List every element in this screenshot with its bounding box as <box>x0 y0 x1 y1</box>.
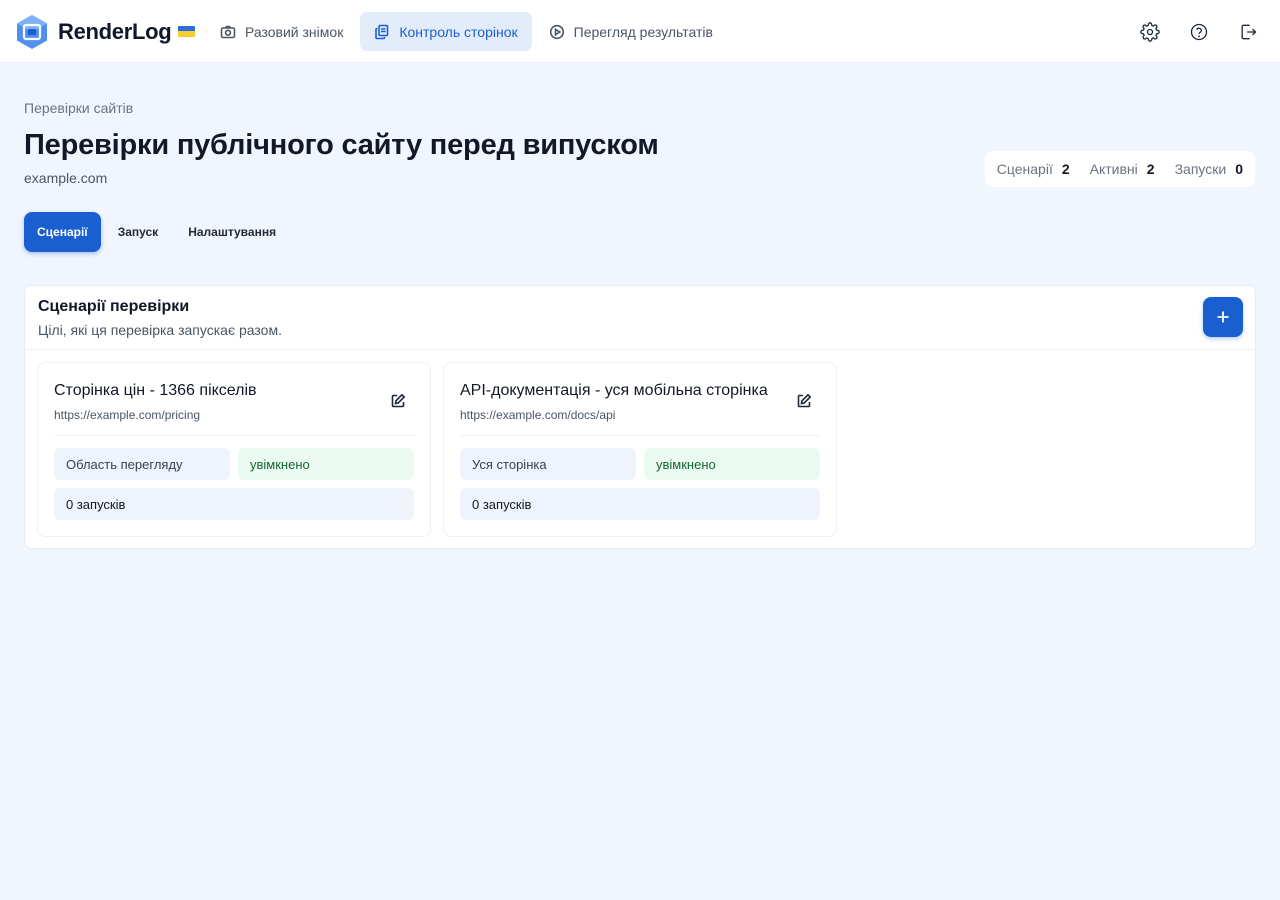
plus-icon <box>1217 311 1229 323</box>
stat-value: 2 <box>1061 161 1070 177</box>
nav-label: Перегляд результатів <box>573 23 713 40</box>
logo-icon <box>17 15 47 49</box>
scenarios-panel: Сценарії перевірки Цілі, які ця перевірк… <box>24 285 1256 549</box>
card-divider <box>54 435 414 436</box>
nav-label: Контроль сторінок <box>399 23 518 40</box>
panel-subtitle: Цілі, які ця перевірка запускає разом. <box>38 322 282 338</box>
add-scenario-button[interactable] <box>1203 297 1243 337</box>
runs-count: 0 запусків <box>460 488 820 520</box>
settings-button[interactable] <box>1134 16 1166 48</box>
top-bar: RenderLog Разовий знімок Контроль сторін… <box>0 0 1280 63</box>
nav-view-results[interactable]: Перегляд результатів <box>535 12 727 51</box>
scenario-title: Сторінка цін - 1366 пікселів <box>54 382 257 399</box>
capture-mode-badge: Уся сторінка <box>460 448 636 480</box>
camera-icon <box>220 25 236 38</box>
status-badge: увімкнено <box>238 448 414 480</box>
main-nav: Разовий знімок Контроль сторінок Перегля… <box>206 12 730 51</box>
stat-label: Запуски <box>1174 161 1227 177</box>
scenario-card[interactable]: Сторінка цін - 1366 пікселів https://exa… <box>37 362 431 537</box>
edit-icon <box>391 393 406 408</box>
capture-mode-badge: Область перегляду <box>54 448 230 480</box>
tab-scenarios[interactable]: Сценарії <box>24 212 101 252</box>
gear-icon <box>1140 22 1160 42</box>
ukraine-flag-icon <box>178 25 196 37</box>
nav-page-monitoring[interactable]: Контроль сторінок <box>360 12 532 51</box>
app-name: RenderLog <box>58 19 172 44</box>
stat-value: 0 <box>1235 161 1243 177</box>
logout-icon <box>1241 24 1257 40</box>
breadcrumb[interactable]: Перевірки сайтів <box>24 100 133 116</box>
app-logo[interactable]: RenderLog <box>16 14 196 50</box>
section-tabs: Сценарії Запуск Налаштування <box>24 212 293 252</box>
tab-settings[interactable]: Налаштування <box>175 212 289 252</box>
copy-pages-icon <box>375 24 389 39</box>
stat-runs: Запуски 0 <box>1175 161 1243 177</box>
edit-scenario-button[interactable] <box>386 389 410 413</box>
scenario-url: https://example.com/pricing <box>54 408 201 422</box>
runs-count: 0 запусків <box>54 488 414 520</box>
panel-title: Сценарії перевірки <box>38 298 190 315</box>
nav-single-snapshot[interactable]: Разовий знімок <box>206 12 357 51</box>
scenario-title: API-документація - уся мобільна сторінка <box>460 382 768 399</box>
stat-label: Сценарії <box>996 161 1053 177</box>
edit-scenario-button[interactable] <box>792 389 816 413</box>
stat-scenarios: Сценарії 2 <box>997 161 1070 177</box>
play-circle-icon <box>549 24 564 39</box>
site-domain: example.com <box>24 170 108 186</box>
stat-value: 2 <box>1146 161 1155 177</box>
page-title: Перевірки публічного сайту перед випуско… <box>24 129 659 161</box>
stat-label: Активні <box>1089 161 1138 177</box>
scenario-url: https://example.com/docs/api <box>460 408 616 422</box>
panel-header: Сценарії перевірки Цілі, які ця перевірк… <box>25 286 1255 350</box>
top-actions <box>1117 16 1264 48</box>
scenario-card[interactable]: API-документація - уся мобільна сторінка… <box>443 362 837 537</box>
tab-run[interactable]: Запуск <box>105 212 172 252</box>
edit-icon <box>797 393 812 408</box>
stat-active: Активні 2 <box>1090 161 1155 177</box>
help-button[interactable] <box>1183 16 1215 48</box>
help-icon <box>1190 23 1208 41</box>
card-divider <box>460 435 820 436</box>
nav-label: Разовий знімок <box>245 23 344 40</box>
stats-summary: Сценарії 2 Активні 2 Запуски 0 <box>984 151 1255 187</box>
status-badge: увімкнено <box>644 448 820 480</box>
logout-button[interactable] <box>1232 16 1264 48</box>
